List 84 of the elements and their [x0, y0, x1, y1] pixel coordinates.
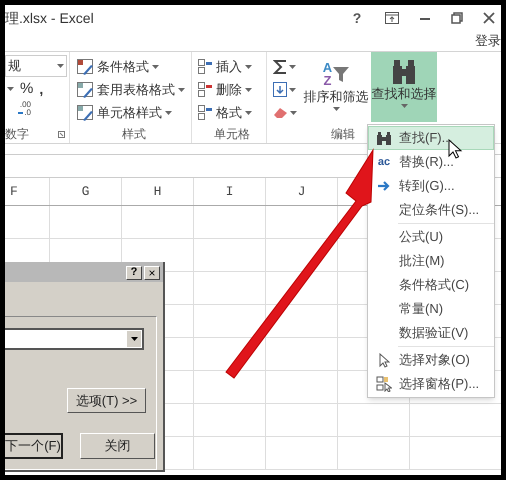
column-header[interactable]: G — [82, 182, 90, 202]
menu-item-label: 常量(N) — [399, 300, 444, 318]
group-label: 样式 — [121, 126, 147, 143]
replace-icon: ac — [378, 156, 390, 168]
menu-item-label: 查找(F)... — [399, 129, 452, 148]
eraser-icon — [273, 106, 288, 118]
caret-icon — [152, 64, 159, 68]
styles-menu-button[interactable]: 条件格式 — [77, 55, 191, 78]
caret-icon — [57, 64, 64, 68]
column-header[interactable]: I — [226, 182, 234, 202]
group-label: 编辑 — [331, 126, 355, 143]
menu-item[interactable]: 定位条件(S)... — [368, 198, 494, 222]
menu-item[interactable]: 查找(F)... — [368, 126, 494, 150]
caret-icon — [245, 110, 252, 114]
menu-item[interactable]: 常量(N) — [368, 297, 494, 321]
caret-icon — [245, 88, 252, 92]
menu-item-label: 选择窗格(P)... — [399, 375, 480, 394]
menu-item-label: 转到(G)... — [399, 177, 455, 196]
caret-icon — [290, 110, 297, 114]
caret-icon — [245, 64, 252, 68]
menu-item-label: 公式(U) — [399, 228, 444, 246]
find-what-field[interactable] — [5, 328, 144, 350]
table-style-icon — [77, 82, 94, 98]
menu-item-label: 数据验证(V) — [399, 324, 468, 342]
close-icon[interactable] — [483, 12, 495, 24]
menu-item[interactable]: 数据验证(V) — [368, 321, 494, 345]
cells-menu-button[interactable]: 插入 — [198, 55, 266, 78]
options-button[interactable]: 选项(T) >> — [67, 388, 146, 413]
menu-item[interactable]: 批注(M) — [368, 249, 494, 273]
menu-item-label: 替换(R)... — [399, 153, 454, 172]
table-style-icon — [77, 104, 94, 120]
column-header[interactable]: F — [10, 182, 18, 202]
caret-icon — [332, 106, 340, 110]
close-button[interactable]: × — [144, 266, 160, 280]
menu-item-label: 定位条件(S)... — [399, 201, 480, 220]
caret-icon — [289, 88, 296, 92]
window-title: 理.xlsx - Excel — [5, 8, 94, 28]
cells-icon — [198, 59, 213, 74]
close-dialog-button[interactable]: 关闭 — [80, 433, 155, 459]
styles-menu-button[interactable]: 套用表格格式 — [77, 78, 191, 101]
cells-icon — [198, 82, 213, 97]
cells-menu-button[interactable]: 格式 — [198, 101, 266, 124]
menu-item[interactable]: 公式(U) — [368, 225, 494, 249]
binoculars-icon — [376, 132, 392, 144]
sign-in-link[interactable]: 登录 — [475, 31, 501, 50]
binoculars-icon — [391, 60, 417, 84]
menu-item[interactable]: 选择对象(O) — [368, 348, 494, 372]
menu-item-label: 条件格式(C) — [399, 276, 470, 294]
fill-down-icon — [273, 82, 287, 97]
pointer-icon — [378, 352, 390, 368]
group-label: 单元格 — [213, 126, 251, 143]
menu-item-label: 选择对象(O) — [399, 351, 470, 370]
styles-menu-button[interactable]: 单元格样式 — [77, 101, 191, 124]
sigma-icon — [273, 58, 287, 74]
column-header[interactable]: H — [154, 182, 162, 202]
cells-icon — [198, 105, 213, 120]
caret-icon — [289, 64, 296, 68]
menu-item[interactable]: 选择窗格(P)... — [368, 372, 494, 396]
selection-pane-icon — [376, 376, 392, 392]
decrease-decimal-button[interactable]: .00 .0 — [11, 101, 31, 117]
cells-menu-button[interactable]: 删除 — [198, 78, 266, 101]
help-button[interactable]: ? — [126, 266, 142, 280]
caret-icon — [165, 110, 172, 114]
percent-button[interactable]: % — [20, 78, 34, 100]
dialog-launcher-icon[interactable] — [58, 130, 65, 138]
column-header[interactable]: J — [298, 182, 306, 202]
menu-item[interactable]: 转到(G)... — [368, 174, 494, 198]
caret-icon — [7, 87, 14, 91]
comma-button[interactable]: , — [39, 78, 44, 100]
help-button[interactable]: ? — [349, 8, 365, 28]
sort-filter-button[interactable]: A Z 排序和筛选 — [305, 55, 367, 125]
menu-item-label: 批注(M) — [399, 252, 444, 270]
menu-item[interactable]: 条件格式(C) — [368, 273, 494, 297]
table-style-icon — [77, 58, 94, 74]
restore-icon[interactable] — [451, 12, 463, 24]
caret-icon — [178, 88, 185, 92]
caret-icon — [400, 104, 408, 108]
number-format-dropdown[interactable]: 规 — [5, 55, 67, 77]
find-select-button[interactable]: 查找和选择 — [371, 52, 437, 122]
group-label: 数字 — [5, 126, 29, 143]
ribbon-display-icon[interactable] — [385, 12, 399, 24]
dropdown-arrow-icon — [130, 337, 138, 341]
arrow-icon — [377, 181, 391, 191]
find-next-button[interactable]: 下一个(F) — [5, 433, 63, 459]
